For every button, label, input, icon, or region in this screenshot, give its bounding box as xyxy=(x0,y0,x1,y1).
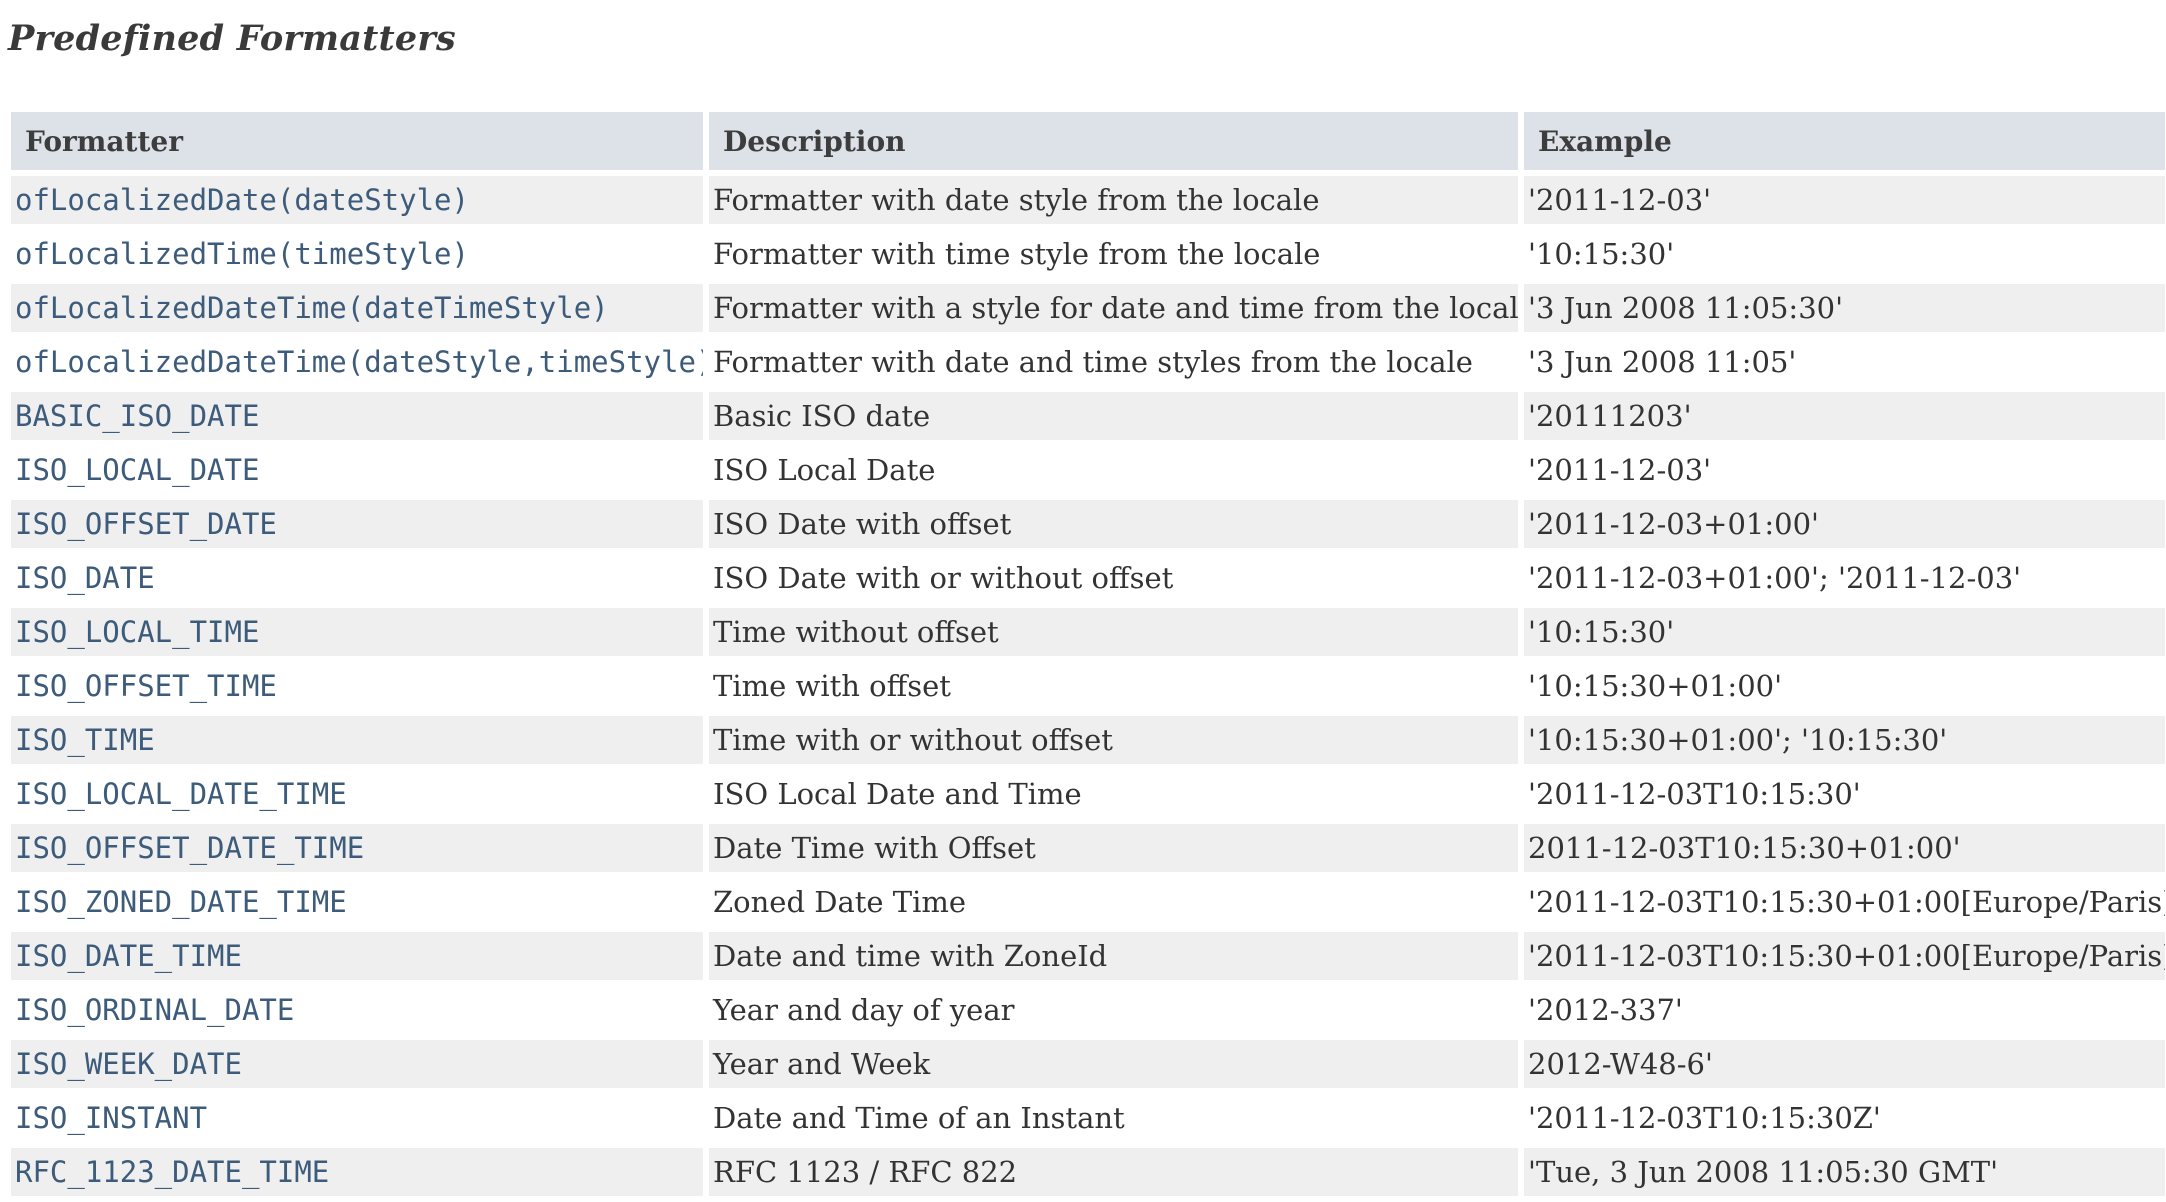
table-row: ISO_DATE ISO Date with or without offset '… xyxy=(11,554,2165,602)
description-cell: ISO Local Date and Time xyxy=(709,770,1518,818)
table-row: RFC_1123_DATE_TIME RFC 1123 / RFC 822 'Tue… xyxy=(11,1148,2165,1196)
description-cell: Time with offset xyxy=(709,662,1518,710)
example-cell: '2011-12-03' xyxy=(1524,176,2165,224)
example-cell: '10:15:30' xyxy=(1524,608,2165,656)
table-row: ISO_INSTANT Date and Time of an Instant '2… xyxy=(11,1094,2165,1142)
example-cell: '2011-12-03+01:00'; '2011-12-03' xyxy=(1524,554,2165,602)
description-cell: Formatter with date style from the local… xyxy=(709,176,1518,224)
table-row: ofLocalizedDateTime(dateTimeStyle) Format… xyxy=(11,284,2165,332)
description-cell: Formatter with a style for date and time… xyxy=(709,284,1518,332)
table-row: ISO_OFFSET_TIME Time with offset '10:15:30… xyxy=(11,662,2165,710)
table-row: ofLocalizedDateTime(dateStyle,timeStyle)… xyxy=(11,338,2165,386)
formatter-cell: ofLocalizedDateTime(dateStyle,timeStyle) xyxy=(11,338,703,386)
formatter-cell: ofLocalizedDate(dateStyle) xyxy=(11,176,703,224)
description-cell: Time without offset xyxy=(709,608,1518,656)
description-cell: Date and time with ZoneId xyxy=(709,932,1518,980)
table-row: ISO_LOCAL_DATE_TIME ISO Local Date and Ti… xyxy=(11,770,2165,818)
description-cell: Date Time with Offset xyxy=(709,824,1518,872)
example-cell: '3 Jun 2008 11:05' xyxy=(1524,338,2165,386)
example-cell: '2011-12-03' xyxy=(1524,446,2165,494)
table-row: ISO_ORDINAL_DATE Year and day of year '201… xyxy=(11,986,2165,1034)
example-cell: '2011-12-03T10:15:30' xyxy=(1524,770,2165,818)
table-row: ISO_DATE_TIME Date and time with ZoneId '2… xyxy=(11,932,2165,980)
formatter-cell: ISO_OFFSET_DATE_TIME xyxy=(11,824,703,872)
example-cell: '3 Jun 2008 11:05:30' xyxy=(1524,284,2165,332)
formatter-cell: ISO_INSTANT xyxy=(11,1094,703,1142)
formatter-cell: ISO_ZONED_DATE_TIME xyxy=(11,878,703,926)
formatter-cell: ISO_LOCAL_DATE_TIME xyxy=(11,770,703,818)
table-row: ofLocalizedTime(timeStyle) Formatter with… xyxy=(11,230,2165,278)
example-cell: 2011-12-03T10:15:30+01:00' xyxy=(1524,824,2165,872)
formatter-cell: ISO_OFFSET_DATE xyxy=(11,500,703,548)
example-cell: '10:15:30+01:00'; '10:15:30' xyxy=(1524,716,2165,764)
table-row: ISO_TIME Time with or without offset '10:1… xyxy=(11,716,2165,764)
formatter-cell: ISO_OFFSET_TIME xyxy=(11,662,703,710)
header-example: Example xyxy=(1524,112,2165,170)
formatter-cell: ISO_LOCAL_DATE xyxy=(11,446,703,494)
formatter-cell: ofLocalizedTime(timeStyle) xyxy=(11,230,703,278)
description-cell: Formatter with date and time styles from… xyxy=(709,338,1518,386)
example-cell: '10:15:30' xyxy=(1524,230,2165,278)
example-cell: '2012-337' xyxy=(1524,986,2165,1034)
example-cell: 'Tue, 3 Jun 2008 11:05:30 GMT' xyxy=(1524,1148,2165,1196)
header-row: Formatter Description Example xyxy=(11,112,2165,170)
description-cell: Zoned Date Time xyxy=(709,878,1518,926)
table-row: ISO_LOCAL_TIME Time without offset '10:15:… xyxy=(11,608,2165,656)
example-cell: 2012-W48-6' xyxy=(1524,1040,2165,1088)
description-cell: ISO Date with or without offset xyxy=(709,554,1518,602)
description-cell: ISO Date with offset xyxy=(709,500,1518,548)
header-formatter: Formatter xyxy=(11,112,703,170)
table-row: ofLocalizedDate(dateStyle) Formatter with… xyxy=(11,176,2165,224)
formatter-cell: ISO_LOCAL_TIME xyxy=(11,608,703,656)
formatter-cell: BASIC_ISO_DATE xyxy=(11,392,703,440)
header-description: Description xyxy=(709,112,1518,170)
table-row: ISO_ZONED_DATE_TIME Zoned Date Time '2011-… xyxy=(11,878,2165,926)
table-row: ISO_OFFSET_DATE_TIME Date Time with Offse… xyxy=(11,824,2165,872)
description-cell: Year and Week xyxy=(709,1040,1518,1088)
description-cell: Date and Time of an Instant xyxy=(709,1094,1518,1142)
example-cell: '2011-12-03T10:15:30+01:00[Europe/Paris]… xyxy=(1524,878,2165,926)
example-cell: '2011-12-03+01:00' xyxy=(1524,500,2165,548)
description-cell: ISO Local Date xyxy=(709,446,1518,494)
table-row: ISO_WEEK_DATE Year and Week 2012-W48-6' xyxy=(11,1040,2165,1088)
description-cell: RFC 1123 / RFC 822 xyxy=(709,1148,1518,1196)
description-cell: Formatter with time style from the local… xyxy=(709,230,1518,278)
description-cell: Year and day of year xyxy=(709,986,1518,1034)
description-cell: Basic ISO date xyxy=(709,392,1518,440)
formatter-cell: ISO_ORDINAL_DATE xyxy=(11,986,703,1034)
formatter-cell: ISO_DATE_TIME xyxy=(11,932,703,980)
example-cell: '10:15:30+01:00' xyxy=(1524,662,2165,710)
table-row: ISO_LOCAL_DATE ISO Local Date '2011-12-03' xyxy=(11,446,2165,494)
example-cell: '2011-12-03T10:15:30+01:00[Europe/Paris]… xyxy=(1524,932,2165,980)
formatter-cell: RFC_1123_DATE_TIME xyxy=(11,1148,703,1196)
formatter-cell: ISO_TIME xyxy=(11,716,703,764)
formatter-cell: ISO_WEEK_DATE xyxy=(11,1040,703,1088)
example-cell: '2011-12-03T10:15:30Z' xyxy=(1524,1094,2165,1142)
table-row: BASIC_ISO_DATE Basic ISO date '20111203' xyxy=(11,392,2165,440)
table-row: ISO_OFFSET_DATE ISO Date with offset '2011… xyxy=(11,500,2165,548)
table-body: ofLocalizedDate(dateStyle) Formatter with… xyxy=(11,176,2165,1196)
formatter-cell: ISO_DATE xyxy=(11,554,703,602)
table-header: Formatter Description Example xyxy=(11,112,2165,170)
table-caption: Predefined Formatters xyxy=(8,18,456,59)
formatter-cell: ofLocalizedDateTime(dateTimeStyle) xyxy=(11,284,703,332)
description-cell: Time with or without offset xyxy=(709,716,1518,764)
example-cell: '20111203' xyxy=(1524,392,2165,440)
formatters-table: Formatter Description Example ofLocalize… xyxy=(5,106,2166,1202)
